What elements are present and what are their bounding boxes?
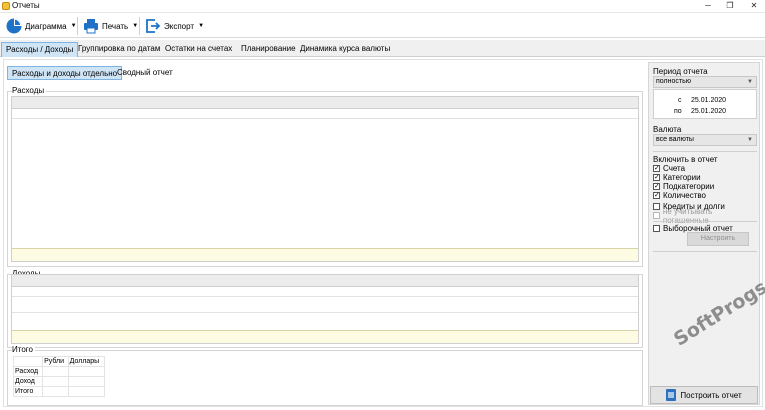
toolbar-separator bbox=[139, 17, 140, 35]
checkbox-unchecked-icon bbox=[653, 203, 660, 210]
configure-button: Настроить bbox=[687, 232, 749, 246]
totals-corner-cell bbox=[12, 356, 44, 367]
currency-label: Валюта bbox=[653, 125, 682, 134]
chevron-down-icon[interactable]: ▼ bbox=[198, 23, 204, 29]
checkbox-quantity-label: Количество bbox=[663, 191, 706, 200]
title-bar: Отчеты ─ ❐ ✕ bbox=[0, 0, 765, 12]
chevron-down-icon: ▼ bbox=[747, 79, 753, 85]
tab-currency-dynamics[interactable]: Динамика курса валюты bbox=[296, 42, 394, 57]
toolbar: Диаграмма ▼ Печать ▼ Экспорт ▼ bbox=[0, 12, 765, 38]
chevron-down-icon[interactable]: ▼ bbox=[132, 23, 138, 29]
tab-planning[interactable]: Планирование bbox=[237, 42, 300, 57]
table-row: Расход bbox=[12, 366, 106, 377]
build-report-button[interactable]: Построить отчет bbox=[650, 386, 758, 404]
subtab-summary[interactable]: Сводный отчет bbox=[113, 66, 177, 80]
report-icon bbox=[666, 389, 677, 401]
checkbox-categories[interactable]: ✓ Категории bbox=[653, 173, 701, 182]
income-totals-row bbox=[12, 330, 638, 343]
toolbar-separator bbox=[77, 17, 78, 35]
checkbox-checked-icon: ✓ bbox=[653, 174, 660, 181]
checkbox-checked-icon: ✓ bbox=[653, 165, 660, 172]
expenses-grid-header bbox=[12, 97, 638, 109]
report-settings-panel: Период отчета полностью ▼ с 25.01.2020 п… bbox=[648, 62, 760, 405]
checkbox-categories-label: Категории bbox=[663, 173, 701, 182]
table-row[interactable] bbox=[12, 299, 638, 313]
chevron-down-icon: ▼ bbox=[747, 137, 753, 143]
totals-col-rubles: Рубли bbox=[42, 356, 69, 367]
include-label: Включить в отчет bbox=[653, 155, 718, 164]
table-row: Доход bbox=[12, 376, 106, 387]
subtab-separate[interactable]: Расходы и доходы отдельно bbox=[7, 66, 123, 80]
totals-cell bbox=[42, 376, 69, 387]
totals-col-dollars: Доллары bbox=[67, 356, 106, 367]
totals-cell bbox=[67, 376, 106, 387]
date-to-prefix: по bbox=[674, 108, 682, 115]
reports-app-icon bbox=[2, 2, 10, 10]
totals-row-expense: Расход bbox=[12, 366, 44, 377]
table-row[interactable] bbox=[12, 109, 638, 119]
print-label: Печать bbox=[102, 21, 129, 31]
currency-select[interactable]: все валюты ▼ bbox=[653, 134, 757, 146]
divider bbox=[653, 251, 757, 252]
totals-cell bbox=[42, 366, 69, 377]
window-title: Отчеты bbox=[12, 1, 40, 10]
tab-grouping-by-dates[interactable]: Группировка по датам bbox=[74, 42, 164, 57]
divider bbox=[653, 221, 757, 222]
checkbox-quantity[interactable]: ✓ Количество bbox=[653, 191, 706, 200]
date-range-box: с 25.01.2020 по 25.01.2020 bbox=[653, 89, 757, 119]
income-grid[interactable] bbox=[11, 274, 639, 344]
currency-value: все валюты bbox=[656, 136, 694, 143]
export-label: Экспорт bbox=[164, 21, 195, 31]
checkbox-subcategories[interactable]: ✓ Подкатегории bbox=[653, 182, 714, 191]
date-to-value[interactable]: 25.01.2020 bbox=[691, 108, 726, 115]
checkbox-accounts-label: Счета bbox=[663, 164, 686, 173]
checkbox-accounts[interactable]: ✓ Счета bbox=[653, 164, 685, 173]
period-value: полностью bbox=[656, 78, 691, 85]
checkbox-checked-icon: ✓ bbox=[653, 183, 660, 190]
tab-account-balances[interactable]: Остатки на счетах bbox=[161, 42, 236, 57]
totals-cell bbox=[67, 366, 106, 377]
checkbox-unchecked-icon bbox=[653, 212, 660, 219]
totals-row-income: Доход bbox=[12, 376, 44, 387]
pie-chart-icon bbox=[6, 18, 22, 34]
period-select[interactable]: полностью ▼ bbox=[653, 76, 757, 88]
totals-row-total: Итого bbox=[12, 386, 44, 397]
printer-icon bbox=[84, 19, 98, 34]
divider bbox=[653, 151, 757, 152]
totals-cell bbox=[67, 386, 106, 397]
export-button[interactable]: Экспорт ▼ bbox=[142, 16, 207, 36]
close-button[interactable]: ✕ bbox=[743, 0, 765, 12]
export-icon bbox=[146, 19, 161, 33]
tab-expenses-income[interactable]: Расходы / Доходы bbox=[1, 42, 79, 57]
period-label: Период отчета bbox=[653, 67, 708, 76]
chart-button[interactable]: Диаграмма ▼ bbox=[3, 16, 80, 36]
expenses-grid[interactable] bbox=[11, 96, 639, 262]
checkbox-ignore-paid: не учитывать погашенные bbox=[653, 207, 759, 225]
build-report-label: Построить отчет bbox=[680, 390, 742, 400]
chart-label: Диаграмма bbox=[25, 21, 67, 31]
checkbox-unchecked-icon bbox=[653, 225, 660, 232]
table-row[interactable] bbox=[12, 287, 638, 297]
date-from-value[interactable]: 25.01.2020 bbox=[691, 97, 726, 104]
date-from-prefix: с bbox=[678, 97, 682, 104]
chevron-down-icon[interactable]: ▼ bbox=[71, 23, 77, 29]
main-tabs: Расходы / Доходы Группировка по датам Ос… bbox=[0, 40, 765, 57]
totals-cell bbox=[42, 386, 69, 397]
income-grid-header bbox=[12, 275, 638, 287]
table-row: Итого bbox=[12, 386, 106, 397]
checkbox-checked-icon: ✓ bbox=[653, 192, 660, 199]
maximize-button[interactable]: ❐ bbox=[719, 0, 741, 12]
totals-section-label: Итого bbox=[12, 345, 35, 354]
print-button[interactable]: Печать ▼ bbox=[80, 16, 141, 36]
checkbox-subcategories-label: Подкатегории bbox=[663, 182, 715, 191]
expenses-section-label: Расходы bbox=[12, 86, 47, 95]
minimize-button[interactable]: ─ bbox=[697, 0, 719, 12]
totals-table: Рубли Доллары Расход Доход Итого bbox=[12, 356, 106, 397]
expenses-totals-row bbox=[12, 248, 638, 261]
